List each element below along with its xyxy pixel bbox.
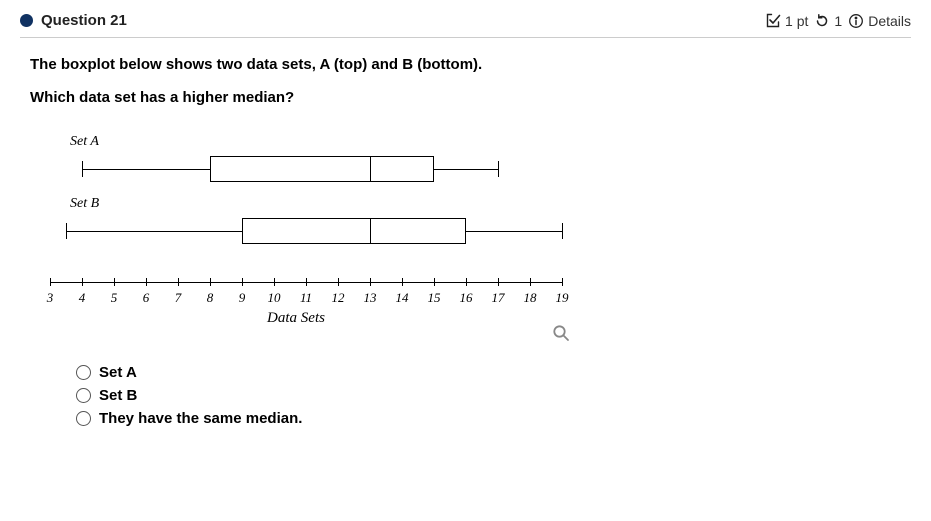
prompt-line-1: The boxplot below shows two data sets, A… [30, 56, 911, 73]
option-label: They have the same median. [99, 410, 302, 427]
retry-icon [814, 13, 830, 29]
x-axis: 345678910111213141516171819Data Sets [30, 282, 570, 322]
series-label: Set A [70, 134, 99, 150]
boxplot-row [30, 218, 562, 244]
checkbox-icon [765, 13, 781, 29]
radio-icon[interactable] [76, 365, 91, 380]
question-header: Question 21 1 pt 1 Details [20, 12, 911, 38]
boxplot-row [30, 156, 562, 182]
series-label: Set B [70, 196, 99, 212]
tick-label: 16 [460, 290, 473, 306]
tick-label: 9 [239, 290, 246, 306]
answer-option[interactable]: Set B [76, 387, 911, 404]
tick-label: 5 [111, 290, 118, 306]
answer-options: Set A Set B They have the same median. [30, 364, 911, 427]
tick-label: 6 [143, 290, 150, 306]
question-body: The boxplot below shows two data sets, A… [20, 56, 911, 427]
status-bullet-icon [20, 14, 33, 27]
tick-label: 12 [332, 290, 345, 306]
tick-label: 17 [492, 290, 505, 306]
radio-icon[interactable] [76, 388, 91, 403]
tick-label: 10 [268, 290, 281, 306]
tick-label: 4 [79, 290, 86, 306]
tick-label: 14 [396, 290, 409, 306]
info-icon [848, 13, 864, 29]
question-title-group: Question 21 [20, 12, 127, 29]
boxplot-chart: Set A Set B 3 4 5 6 7 8 9 10 11 12 13 14 15 16 17 18 19 Dat… [30, 134, 570, 344]
radio-icon[interactable] [76, 411, 91, 426]
answer-option[interactable]: Set A [76, 364, 911, 381]
option-label: Set A [99, 364, 137, 381]
tick-label: 7 [175, 290, 182, 306]
points-label: 1 pt [785, 13, 808, 29]
option-label: Set B [99, 387, 137, 404]
tick-label: 8 [207, 290, 214, 306]
tick-label: 3 [47, 290, 54, 306]
details-button[interactable]: Details [868, 13, 911, 29]
axis-title: Data Sets [30, 310, 562, 327]
tick-label: 11 [300, 290, 312, 306]
tick-label: 18 [524, 290, 537, 306]
magnify-icon[interactable] [552, 324, 570, 347]
attempts-label: 1 [834, 13, 842, 29]
prompt-line-2: Which data set has a higher median? [30, 89, 911, 106]
tick-label: 19 [556, 290, 569, 306]
answer-option[interactable]: They have the same median. [76, 410, 911, 427]
tick-label: 13 [364, 290, 377, 306]
question-number: Question 21 [41, 12, 127, 29]
question-prompt: The boxplot below shows two data sets, A… [30, 56, 911, 106]
tick-label: 15 [428, 290, 441, 306]
question-meta: 1 pt 1 Details [765, 13, 911, 29]
